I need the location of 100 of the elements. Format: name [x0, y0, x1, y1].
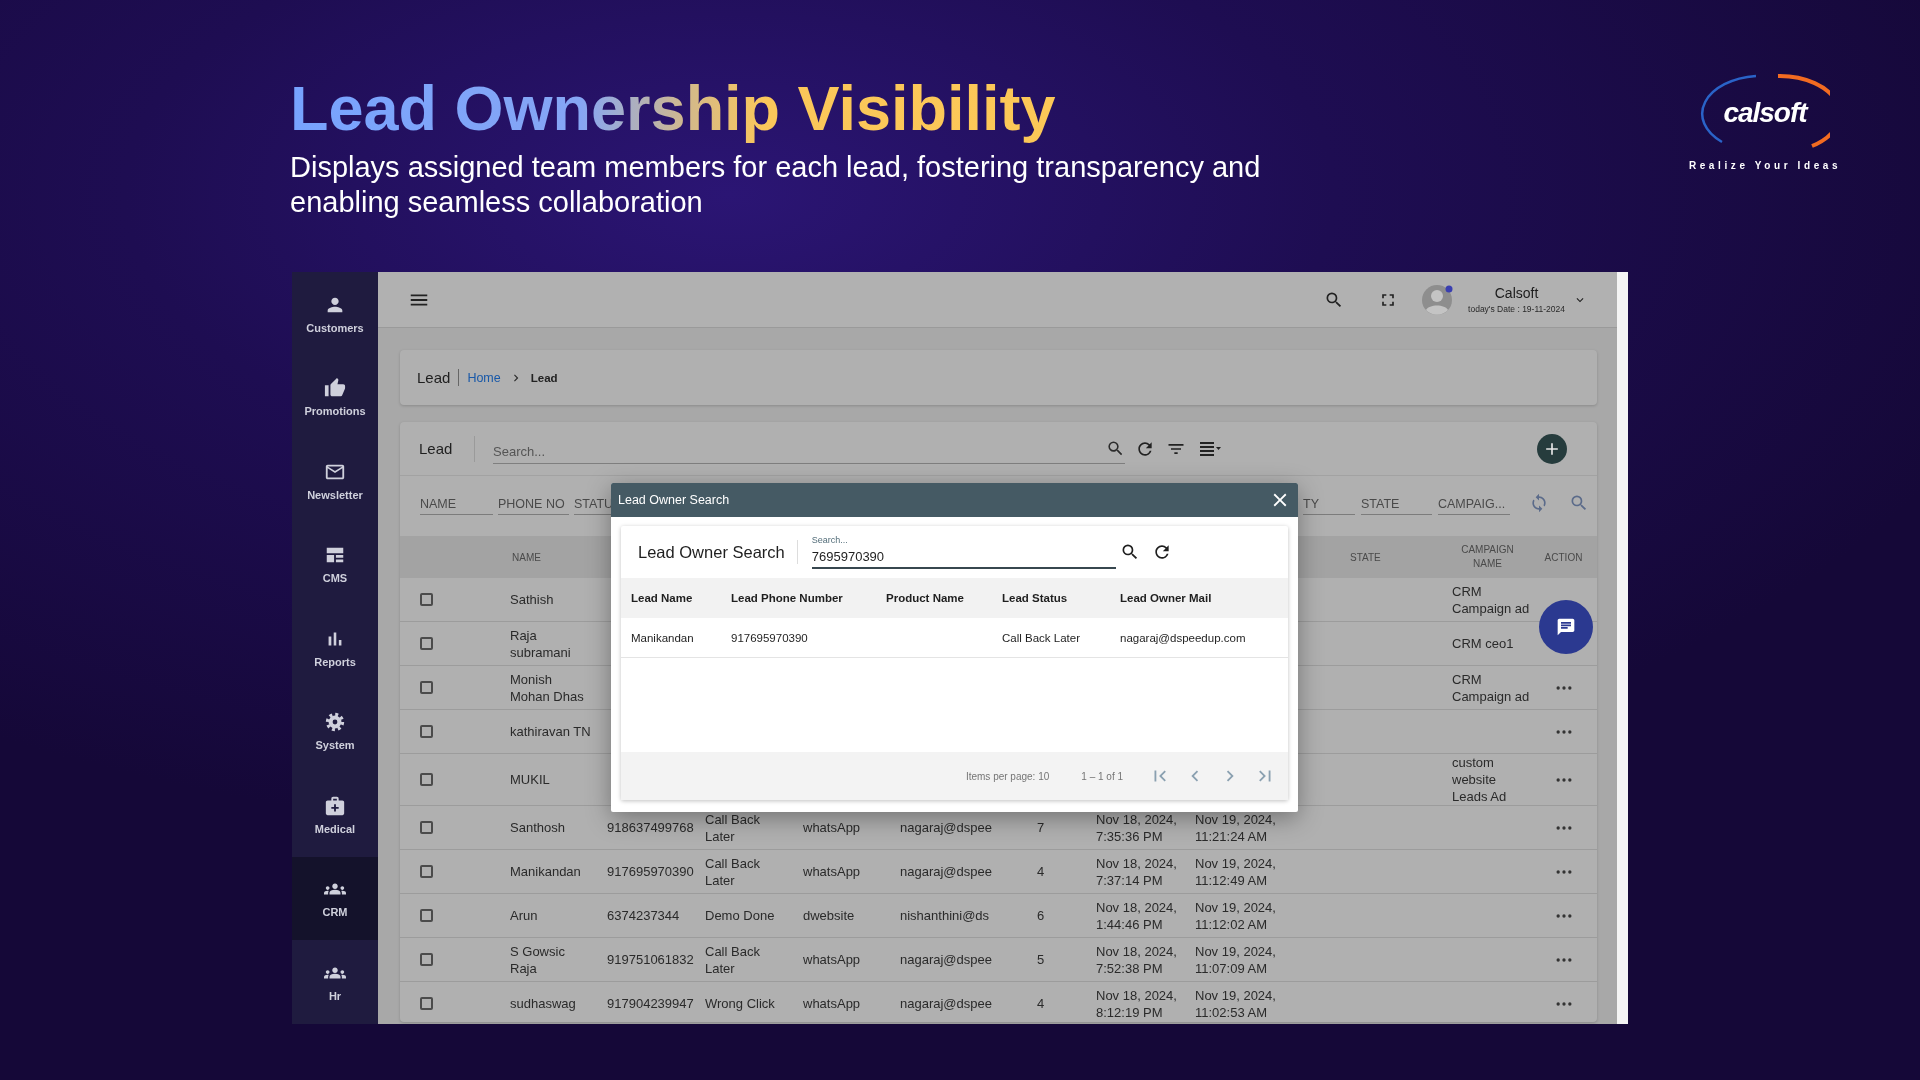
table-cell-text: Nov 19, 2024, 11:12:49 AM	[1195, 854, 1277, 889]
sidebar-item[interactable]: System	[292, 689, 378, 773]
chat-icon	[1556, 617, 1576, 637]
gear-icon	[324, 711, 346, 734]
sidebar-item[interactable]: CRM	[292, 856, 378, 940]
brand-name: calsoft	[1723, 97, 1807, 129]
table-cell-text: Call Back Later	[1002, 631, 1081, 644]
row-checkbox[interactable]	[420, 637, 433, 650]
table-cell-text: nagaraj@dspeedup.com	[1120, 631, 1247, 644]
filter-field[interactable]: NAME	[420, 490, 493, 515]
page-title: Lead	[417, 369, 451, 386]
breadcrumb-current: Lead	[530, 371, 558, 384]
sidebar-item[interactable]: Customers	[292, 272, 378, 356]
table-cell: sudhaswag	[510, 995, 576, 1012]
user-name: Calsoft	[1494, 285, 1539, 301]
card-title: Lead Owner Search	[638, 542, 785, 563]
row-checkbox[interactable]	[420, 865, 433, 878]
table-cell: 4	[1037, 995, 1045, 1012]
table-cell: 7	[1037, 819, 1045, 836]
row-checkbox[interactable]	[420, 773, 433, 786]
table-cell: dwebsite	[803, 907, 855, 924]
row-checkbox[interactable]	[420, 909, 433, 922]
column-header: Lead Name	[631, 592, 694, 604]
row-checkbox[interactable]	[420, 593, 433, 606]
table-cell-text: Nov 19, 2024, 11:07:09 AM	[1195, 942, 1277, 977]
avatar-icon[interactable]	[1422, 284, 1455, 315]
search-input[interactable]: Search...	[493, 435, 1106, 461]
column-header: STATE	[1349, 551, 1382, 563]
table-cell: MUKIL	[510, 771, 550, 788]
page-range: 1 – 1 of 1	[1081, 770, 1123, 782]
sidebar-item[interactable]: Newsletter	[292, 439, 378, 523]
table-cell-text: Nov 18, 2024, 1:44:46 PM	[1096, 898, 1178, 933]
table-cell-text: Call Back Later	[705, 942, 761, 977]
table-cell: whatsApp	[803, 819, 861, 836]
add-button[interactable]	[1537, 433, 1567, 464]
sidebar-item[interactable]: CMS	[292, 522, 378, 606]
filter-field[interactable]: CAMPAIG...	[1438, 490, 1510, 515]
sidebar-item[interactable]: Reports	[292, 606, 378, 690]
table-cell-text: Monish Mohan Dhas	[510, 670, 585, 705]
table-cell-text: Manikandan	[631, 631, 695, 644]
table-cell-text: Nov 19, 2024, 11:02:53 AM	[1195, 986, 1277, 1021]
row-checkbox[interactable]	[420, 681, 433, 694]
table-cell: 5	[1037, 951, 1045, 968]
column-header: Lead Owner Mail	[1120, 592, 1213, 604]
table-cell: nagaraj@dspee	[900, 819, 992, 836]
table-cell: CRM Campaign ad	[1452, 582, 1530, 617]
current-date: today's Date : 19-11-2024	[1468, 304, 1565, 314]
table-cell: 917904239947	[607, 995, 694, 1012]
brand-tagline: Realize Your Ideas	[1688, 160, 1842, 171]
table-cell: 4	[1037, 863, 1045, 880]
table-cell: nagaraj@dspee	[900, 863, 992, 880]
table-cell-text: Nov 19, 2024, 11:12:02 AM	[1195, 898, 1277, 933]
search-field[interactable]: Search... 7695970390	[811, 535, 1116, 569]
table-cell: Sathish	[510, 591, 554, 608]
table-cell: 6374237344	[607, 907, 680, 924]
filter-field[interactable]: STATE	[1361, 490, 1432, 515]
column-header: Lead Phone Number	[731, 592, 844, 604]
table-cell-text: S Gowsic Raja	[510, 942, 566, 977]
table-cell-text: Nov 19, 2024, 11:21:24 AM	[1195, 810, 1277, 845]
filter-field[interactable]: PHONE NO	[498, 490, 569, 515]
search-icon[interactable]	[1106, 438, 1125, 458]
table-cell: nishanthini@ds	[900, 907, 990, 924]
table-cell-text: Nov 18, 2024, 7:37:14 PM	[1096, 854, 1178, 889]
card-title: Lead	[419, 440, 454, 457]
table-cell-text: Call Back Later	[705, 810, 761, 845]
filter-field[interactable]: TY	[1303, 490, 1355, 515]
row-checkbox[interactable]	[420, 953, 433, 966]
table-cell-text: custom website Leads Ad	[1452, 754, 1508, 805]
sync-icon[interactable]	[1529, 492, 1549, 513]
table-cell: CRM ceo1	[1452, 635, 1514, 652]
table-cell: kathiravan TN	[510, 723, 591, 740]
table-cell: nagaraj@dspee	[900, 995, 992, 1012]
column-header: ACTION	[1543, 551, 1584, 563]
page-size-label: Items per page: 10	[965, 770, 1050, 782]
table-cell: Santhosh	[510, 819, 565, 836]
sidebar-item[interactable]: Promotions	[292, 355, 378, 439]
row-checkbox[interactable]	[420, 821, 433, 834]
table-cell: Manikandan	[510, 863, 581, 880]
table-cell: 918637499768	[607, 819, 694, 836]
table-cell-text: Nov 18, 2024, 8:12:19 PM	[1096, 986, 1178, 1021]
table-cell: 6	[1037, 907, 1045, 924]
table-cell: Wrong Click	[705, 995, 775, 1012]
row-checkbox[interactable]	[420, 997, 433, 1010]
row-checkbox[interactable]	[420, 725, 433, 738]
dialog-title: Lead Owner Search	[618, 493, 730, 507]
column-header: CAMPAIGN NAME	[1460, 543, 1515, 571]
table-cell: 917695970390	[607, 863, 694, 880]
table-cell: CRM Campaign ad	[1452, 670, 1530, 705]
table-cell: whatsApp	[803, 951, 861, 968]
table-cell: whatsApp	[803, 995, 861, 1012]
table-cell-text: 917695970390	[731, 631, 809, 644]
table-cell: Demo Done	[705, 907, 775, 924]
table-cell-text: Call Back Later	[705, 854, 761, 889]
table-cell: Arun	[510, 907, 538, 924]
sidebar-item[interactable]: Medical	[292, 773, 378, 857]
search-field[interactable]: Search...	[493, 433, 1125, 464]
column-header: Product Name	[886, 592, 965, 604]
table-cell-text: Nov 18, 2024, 7:52:38 PM	[1096, 942, 1178, 977]
column-header: NAME	[511, 551, 542, 563]
sidebar-item[interactable]: Hr	[292, 940, 378, 1024]
